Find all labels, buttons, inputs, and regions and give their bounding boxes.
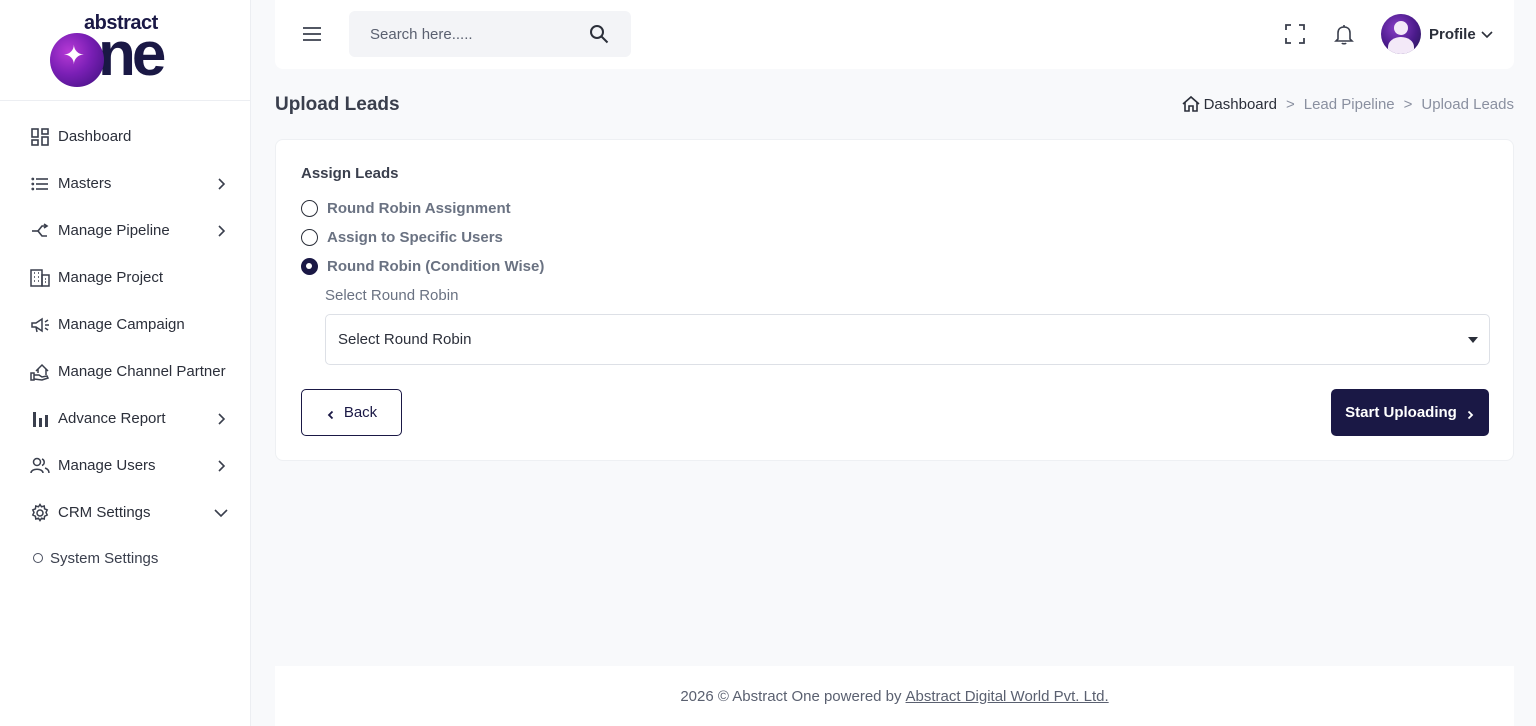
logo-ne-text: ne [98, 20, 166, 89]
breadcrumb: Dashboard > Lead Pipeline > Upload Leads [1182, 95, 1514, 113]
footer-text: 2026 © Abstract One powered by [680, 687, 902, 705]
bar-chart-icon [30, 409, 50, 429]
sidebar-subitem-system-settings[interactable]: System Settings [0, 536, 250, 580]
chevron-right-icon [214, 459, 228, 473]
sidebar-item-manage-channel-partner[interactable]: Manage Channel Partner [0, 348, 250, 395]
start-uploading-label: Start Uploading [1345, 404, 1457, 421]
sidebar-item-label: Dashboard [58, 128, 132, 145]
breadcrumb-lead-pipeline-link[interactable]: Lead Pipeline [1304, 96, 1395, 113]
sidebar-item-label: Manage Campaign [58, 316, 185, 333]
sidebar-item-dashboard[interactable]: Dashboard [0, 113, 250, 160]
radio-round-robin-assignment[interactable]: Round Robin Assignment [301, 200, 511, 217]
megaphone-icon [30, 315, 50, 335]
chevron-right-icon [1465, 408, 1475, 419]
select-round-robin-dropdown[interactable]: Select Round Robin [325, 314, 1490, 365]
hamburger-menu-icon[interactable] [302, 24, 322, 44]
sidebar: abstract ne Dashboard Masters Manag [0, 0, 251, 726]
fullscreen-icon[interactable] [1284, 23, 1306, 45]
sidebar-item-label: Manage Channel Partner [58, 363, 226, 380]
breadcrumb-separator: > [1285, 95, 1295, 113]
chevron-down-icon [1481, 28, 1493, 40]
select-value: Select Round Robin [338, 331, 472, 348]
handshake-home-icon [30, 362, 50, 382]
sidebar-nav: Dashboard Masters Manage Pipeline Manage… [0, 101, 250, 580]
chevron-right-icon [214, 177, 228, 191]
sidebar-item-label: CRM Settings [58, 504, 151, 521]
chevron-down-icon [214, 506, 228, 520]
select-round-robin-label: Select Round Robin [325, 287, 459, 304]
upload-leads-card: Assign Leads Round Robin Assignment Assi… [275, 139, 1514, 461]
breadcrumb-separator: > [1403, 95, 1413, 113]
logo-wordmark-main: ne [50, 20, 166, 89]
footer: 2026 © Abstract One powered by Abstract … [275, 666, 1514, 726]
radio-label: Round Robin (Condition Wise) [327, 258, 545, 275]
sidebar-item-label: Manage Project [58, 269, 164, 286]
search-input[interactable] [370, 25, 580, 43]
chevron-right-icon [214, 224, 228, 238]
page-title: Upload Leads [275, 94, 400, 115]
sidebar-item-crm-settings[interactable]: CRM Settings [0, 489, 250, 536]
assign-leads-label: Assign Leads [301, 165, 399, 182]
sidebar-item-manage-project[interactable]: Manage Project [0, 254, 250, 301]
sidebar-subitem-label: System Settings [50, 549, 159, 567]
profile-menu[interactable]: Profile [1381, 14, 1493, 54]
topbar: Profile [275, 0, 1514, 69]
sidebar-item-label: Masters [58, 175, 112, 192]
start-uploading-button[interactable]: Start Uploading [1331, 389, 1489, 436]
sidebar-item-masters[interactable]: Masters [0, 160, 250, 207]
home-icon [1182, 95, 1200, 113]
search-box [349, 11, 631, 57]
sidebar-item-label: Manage Users [58, 457, 156, 474]
radio-button[interactable] [301, 200, 318, 217]
sidebar-item-label: Advance Report [58, 410, 166, 427]
users-icon [30, 456, 50, 476]
dashboard-grid-icon [30, 127, 50, 147]
breadcrumb-current: Upload Leads [1421, 95, 1514, 113]
breadcrumb-dashboard-link[interactable]: Dashboard [1204, 96, 1277, 113]
caret-down-icon [1468, 337, 1478, 343]
sidebar-item-label: Manage Pipeline [58, 222, 170, 239]
list-icon [30, 174, 50, 194]
chevron-right-icon [214, 412, 228, 426]
sidebar-item-manage-users[interactable]: Manage Users [0, 442, 250, 489]
pipeline-icon [30, 221, 50, 241]
bullet-circle-icon [33, 553, 43, 563]
radio-label: Assign to Specific Users [327, 229, 503, 246]
building-icon [30, 268, 50, 288]
radio-button-checked[interactable] [301, 258, 318, 275]
logo-o-spark-icon [50, 33, 104, 87]
avatar [1381, 14, 1421, 54]
brand-logo[interactable]: abstract ne [0, 0, 250, 101]
gear-icon [30, 502, 50, 523]
sidebar-item-advance-report[interactable]: Advance Report [0, 395, 250, 442]
radio-label: Round Robin Assignment [327, 200, 511, 217]
radio-round-robin-condition-wise[interactable]: Round Robin (Condition Wise) [301, 258, 544, 275]
sidebar-item-manage-pipeline[interactable]: Manage Pipeline [0, 207, 250, 254]
sidebar-item-manage-campaign[interactable]: Manage Campaign [0, 301, 250, 348]
chevron-left-icon [326, 408, 336, 419]
back-button[interactable]: Back [301, 389, 402, 436]
footer-company-link[interactable]: Abstract Digital World Pvt. Ltd. [906, 688, 1109, 705]
back-button-label: Back [343, 404, 378, 421]
profile-label: Profile [1429, 25, 1476, 43]
bell-icon[interactable] [1333, 23, 1355, 45]
radio-button[interactable] [301, 229, 318, 246]
search-icon[interactable] [589, 24, 609, 44]
radio-assign-specific-users[interactable]: Assign to Specific Users [301, 229, 503, 246]
